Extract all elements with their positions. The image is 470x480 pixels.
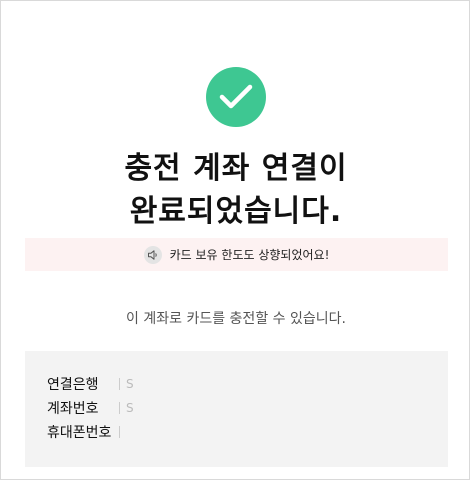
info-row-bank: 연결은행 S (47, 373, 134, 395)
page-title-line-2: 완료되었습니다. (129, 194, 343, 229)
divider (119, 378, 120, 390)
completion-screen: 충전 계좌 연결이 완료되었습니다. 카드 보유 한도도 상향되었어요! 이 계… (0, 0, 470, 480)
success-badge (206, 67, 266, 127)
info-label: 연결은행 (47, 377, 99, 393)
info-row-account-number: 계좌번호 S (47, 397, 134, 419)
checkmark-icon (219, 84, 253, 109)
charge-info-text: 이 계좌로 카드를 충전할 수 있습니다. (126, 311, 346, 327)
limit-increase-notice: 카드 보유 한도도 상향되었어요! (25, 238, 448, 271)
speaker-icon (143, 245, 162, 264)
info-label: 휴대폰번호 (47, 425, 112, 441)
account-info-panel: 연결은행 S 계좌번호 S 휴대폰번호 (25, 351, 448, 467)
info-value: S (126, 401, 134, 415)
notice-text: 카드 보유 한도도 상향되었어요! (169, 248, 330, 262)
page-title: 충전 계좌 연결이 완료되었습니다. (1, 147, 470, 233)
divider (119, 426, 120, 438)
info-value: S (126, 377, 134, 391)
info-row-phone-number: 휴대폰번호 (47, 421, 126, 443)
info-label: 계좌번호 (47, 401, 99, 417)
page-title-line-1: 충전 계좌 연결이 (124, 151, 348, 186)
divider (119, 402, 120, 414)
